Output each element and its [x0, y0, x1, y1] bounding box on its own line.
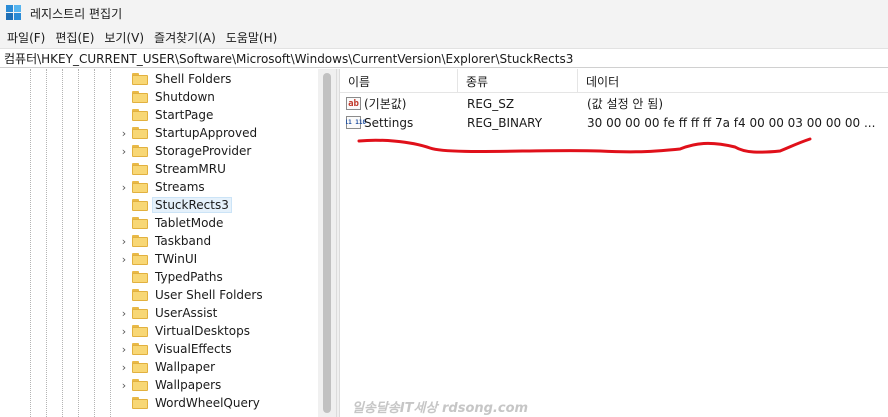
tree-guide-line [30, 69, 31, 417]
tree-item-label: StartPage [155, 108, 214, 122]
tree-item-label: StuckRects3 [152, 197, 232, 213]
folder-icon [132, 361, 148, 373]
folder-icon [132, 397, 148, 409]
chevron-right-icon[interactable]: › [118, 232, 130, 250]
tree-item-label: Shutdown [155, 90, 215, 104]
tree-guide-line [94, 69, 95, 417]
tree-item-label: Wallpapers [155, 378, 222, 392]
folder-icon [132, 127, 148, 139]
folder-icon [132, 289, 148, 301]
tree-item[interactable]: › VirtualDesktops [118, 322, 252, 340]
chevron-right-icon[interactable]: › [118, 358, 130, 376]
tree-item[interactable]: › VisualEffects [118, 340, 234, 358]
folder-icon [132, 235, 148, 247]
chevron-right-icon[interactable]: › [118, 178, 130, 196]
tree-item-label: StreamMRU [155, 162, 226, 176]
tree-item[interactable]: › Streams [118, 178, 207, 196]
tree-item[interactable]: › StartupApproved [118, 124, 259, 142]
tree-item[interactable]: › StorageProvider [118, 142, 253, 160]
folder-icon [132, 109, 148, 121]
tree-item[interactable]: Shell Folders [118, 70, 233, 88]
folder-icon [132, 325, 148, 337]
tree-item-label: Taskband [155, 234, 212, 248]
tree-item[interactable]: TypedPaths [118, 268, 225, 286]
menu-view[interactable]: 보기(V) [99, 29, 149, 46]
values-list: 이름 종류 데이터 ab(기본값)REG_SZ(값 설정 안 됨)011 110… [340, 69, 888, 417]
tree-item-label: Wallpaper [155, 360, 216, 374]
tree-item-label: Streams [155, 180, 205, 194]
tree-guide-line [62, 69, 63, 417]
folder-icon [132, 253, 148, 265]
title-bar: 레지스트리 편집기 [0, 0, 888, 26]
watermark: 일송달송IT세상 rdsong.com [352, 401, 529, 416]
tree-item-label: TabletMode [155, 216, 224, 230]
chevron-right-icon[interactable]: › [118, 340, 130, 358]
folder-icon [132, 91, 148, 103]
tree-item-label: WordWheelQuery [155, 396, 260, 410]
menu-bar: 파일(F) 편집(E) 보기(V) 즐겨찾기(A) 도움말(H) [0, 26, 888, 48]
window-title: 레지스트리 편집기 [30, 6, 123, 21]
tree-item[interactable]: WordWheelQuery [118, 394, 262, 412]
tree-scrollbar[interactable] [318, 69, 336, 417]
tree-item-label: VisualEffects [155, 342, 232, 356]
tree-item[interactable]: › Wallpaper [118, 358, 217, 376]
chevron-right-icon[interactable]: › [118, 124, 130, 142]
address-bar[interactable]: 컴퓨터\HKEY_CURRENT_USER\Software\Microsoft… [0, 48, 888, 68]
folder-icon [132, 271, 148, 283]
tree-item[interactable]: Shutdown [118, 88, 217, 106]
key-tree: Shell Folders Shutdown StartPage › StartupAp… [0, 69, 336, 417]
folder-icon [132, 163, 148, 175]
tree-item-label: StartupApproved [155, 126, 258, 140]
folder-icon [132, 307, 148, 319]
folder-icon [132, 199, 148, 211]
chevron-right-icon[interactable]: › [118, 250, 130, 268]
tree-item[interactable]: StartPage [118, 106, 215, 124]
folder-icon [132, 379, 148, 391]
tree-item-label: User Shell Folders [155, 288, 263, 302]
chevron-right-icon[interactable]: › [118, 142, 130, 160]
tree-item[interactable]: › UserAssist [118, 304, 219, 322]
menu-help[interactable]: 도움말(H) [221, 29, 283, 46]
folder-icon [132, 145, 148, 157]
tree-item-label: UserAssist [155, 306, 218, 320]
tree-item-label: StorageProvider [155, 144, 252, 158]
red-underline-annotation [357, 137, 812, 154]
menu-file[interactable]: 파일(F) [2, 29, 50, 46]
folder-icon [132, 217, 148, 229]
tree-item-label: Shell Folders [155, 72, 232, 86]
tree-item[interactable]: User Shell Folders [118, 286, 265, 304]
folder-icon [132, 343, 148, 355]
tree-item-label: VirtualDesktops [155, 324, 250, 338]
folder-icon [132, 181, 148, 193]
chevron-right-icon[interactable]: › [118, 304, 130, 322]
tree-item[interactable]: StuckRects3 [118, 196, 232, 214]
tree-scrollbar-thumb[interactable] [323, 73, 331, 413]
tree-item[interactable]: › Wallpapers [118, 376, 223, 394]
menu-favorites[interactable]: 즐겨찾기(A) [149, 29, 221, 46]
folder-icon [132, 73, 148, 85]
chevron-right-icon[interactable]: › [118, 322, 130, 340]
menu-edit[interactable]: 편집(E) [50, 29, 99, 46]
tree-guide-line [46, 69, 47, 417]
chevron-right-icon[interactable]: › [118, 376, 130, 394]
tree-item[interactable]: › Taskband [118, 232, 213, 250]
tree-item-label: TWinUI [155, 252, 198, 266]
tree-guide-line [78, 69, 79, 417]
tree-item[interactable]: TabletMode [118, 214, 225, 232]
tree-item[interactable]: StreamMRU [118, 160, 228, 178]
tree-item[interactable]: › TWinUI [118, 250, 199, 268]
tree-guide-line [110, 69, 111, 417]
tree-item-label: TypedPaths [155, 270, 223, 284]
registry-editor-icon [6, 5, 22, 21]
